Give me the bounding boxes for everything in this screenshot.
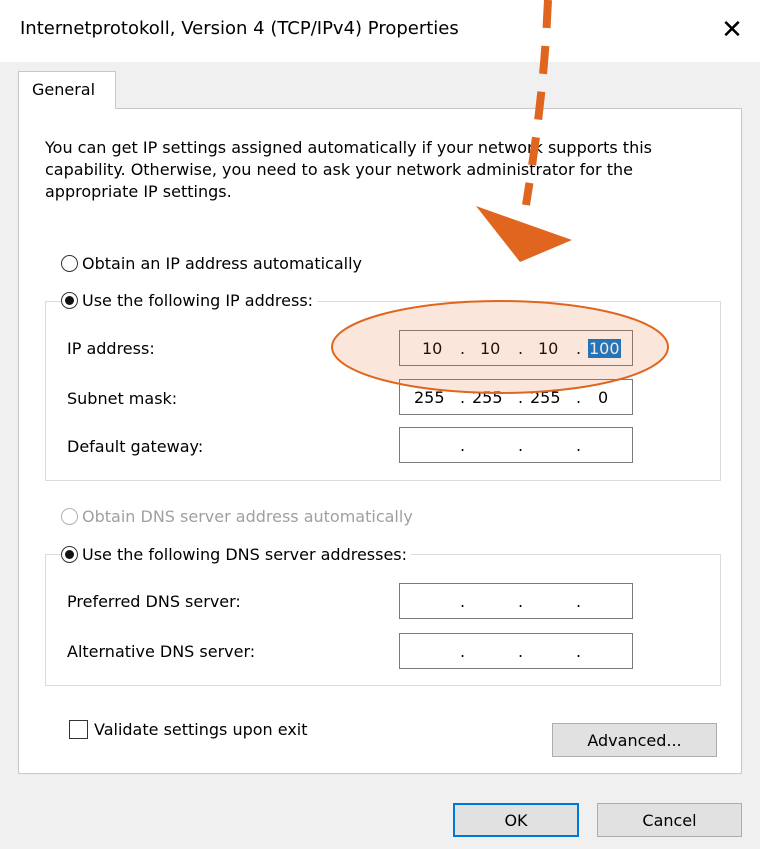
radio-disabled-icon [61, 508, 78, 525]
alternative-dns-label: Alternative DNS server: [67, 642, 256, 661]
checkbox-icon [69, 720, 88, 739]
radio-icon [61, 255, 78, 272]
mask-octet-2: 255 [472, 388, 503, 407]
subnet-mask-label: Subnet mask: [67, 389, 178, 408]
advanced-button[interactable]: Advanced... [552, 723, 717, 757]
ip-octet-2: 10 [480, 339, 501, 358]
ip-octet-1: 10 [422, 339, 443, 358]
obtain-dns-auto-label: Obtain DNS server address automatically [82, 507, 413, 526]
mask-octet-1: 255 [414, 388, 445, 407]
use-following-ip-label: Use the following IP address: [82, 291, 314, 310]
obtain-dns-auto-radio[interactable]: Obtain DNS server address automatically [61, 507, 413, 526]
ip-address-label: IP address: [67, 339, 155, 358]
title-bar: Internetprotokoll, Version 4 (TCP/IPv4) … [0, 0, 760, 62]
validate-checkbox[interactable]: Validate settings upon exit [69, 720, 308, 739]
window-title: Internetprotokoll, Version 4 (TCP/IPv4) … [20, 18, 459, 39]
ip-octet-3: 10 [538, 339, 559, 358]
use-following-dns-label: Use the following DNS server addresses: [82, 545, 408, 564]
ok-button[interactable]: OK [453, 803, 579, 837]
alternative-dns-input[interactable]: . . . [399, 633, 633, 669]
subnet-mask-input[interactable]: 255 . 255 . 255 . 0 [399, 379, 633, 415]
obtain-ip-auto-radio[interactable]: Obtain an IP address automatically [61, 254, 362, 273]
use-following-ip-radio[interactable]: Use the following IP address: [61, 291, 318, 310]
radio-selected-icon [61, 292, 78, 309]
ip-address-input[interactable]: 10 . 10 . 10 . 100 [399, 330, 633, 366]
close-icon[interactable]: ✕ [710, 10, 754, 50]
tcpip-properties-dialog: Internetprotokoll, Version 4 (TCP/IPv4) … [0, 0, 760, 849]
obtain-ip-auto-label: Obtain an IP address automatically [82, 254, 363, 273]
general-panel: You can get IP settings assigned automat… [18, 108, 742, 774]
validate-label: Validate settings upon exit [94, 720, 308, 739]
default-gateway-label: Default gateway: [67, 437, 204, 456]
default-gateway-input[interactable]: . . . [399, 427, 633, 463]
ip-octet-4-selected: 100 [588, 339, 621, 358]
radio-selected-icon [61, 546, 78, 563]
tab-general[interactable]: General [18, 71, 116, 109]
intro-text: You can get IP settings assigned automat… [45, 138, 652, 201]
mask-octet-3: 255 [530, 388, 561, 407]
preferred-dns-label: Preferred DNS server: [67, 592, 241, 611]
mask-octet-4: 0 [598, 388, 609, 407]
use-following-dns-radio[interactable]: Use the following DNS server addresses: [61, 545, 412, 564]
preferred-dns-input[interactable]: . . . [399, 583, 633, 619]
cancel-button[interactable]: Cancel [597, 803, 742, 837]
